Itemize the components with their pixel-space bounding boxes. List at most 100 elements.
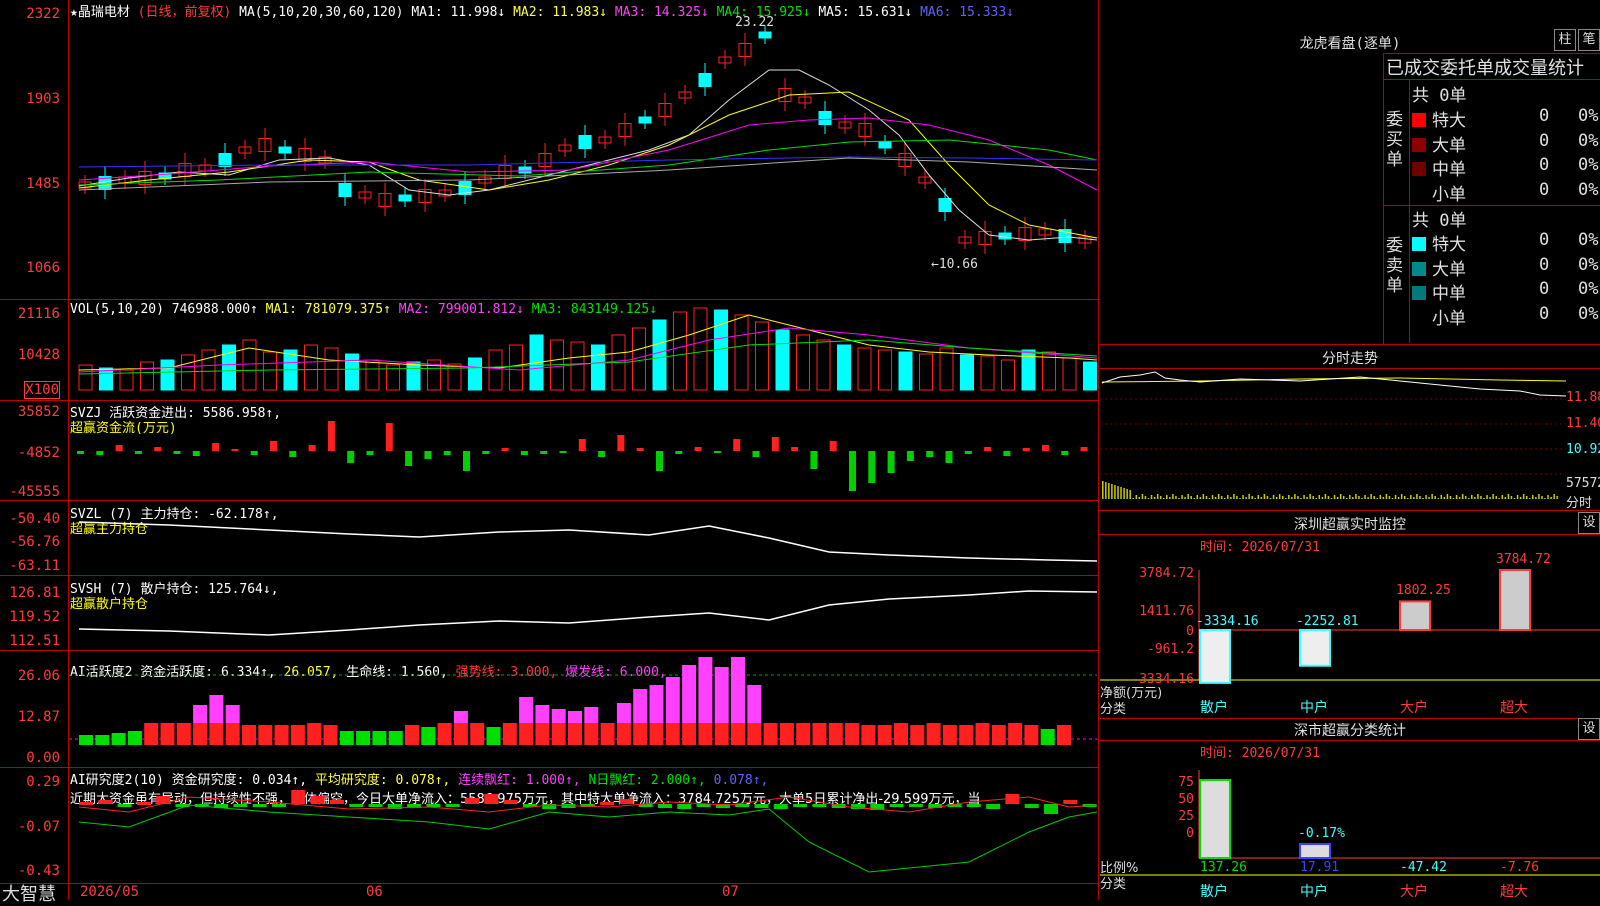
class-tick: 0 (1186, 826, 1194, 841)
research-bar (677, 804, 692, 809)
research-bar (754, 804, 769, 808)
intraday-vol-bar (1339, 494, 1342, 499)
research-bar (1024, 804, 1039, 808)
svsh-line (78, 590, 1098, 636)
intraday-tick-1: 11.40 (1566, 416, 1600, 431)
fund-flow-bar (154, 447, 162, 451)
intraday-vol-bar (1254, 498, 1256, 499)
volume-bar (263, 351, 277, 391)
sell-row: 特大 (1412, 230, 1466, 255)
intraday-vol-bar (1190, 496, 1192, 499)
research-bar (503, 800, 518, 804)
intraday-vol-bar (1364, 495, 1366, 499)
research-bar (310, 796, 325, 804)
activity-bar (568, 723, 582, 745)
intraday-vol-bar (1208, 498, 1211, 499)
intraday-volume (1102, 481, 1558, 499)
bar-mode-button[interactable]: 柱 (1554, 29, 1576, 51)
monitor-category: 大户 (1400, 700, 1428, 716)
fund-flow-bar (270, 441, 277, 451)
volume-bar (1001, 359, 1015, 391)
intraday-vol-bar (1407, 498, 1409, 499)
candle (758, 31, 772, 39)
intraday-vol-bar (1181, 495, 1183, 499)
price-tick-1: 1903 (26, 91, 60, 107)
order-stats-header[interactable]: 已成交委托单成交量统计 (1386, 54, 1584, 80)
activity-bar-top (453, 711, 468, 723)
activity-bar (209, 723, 224, 745)
intraday-vol-bar (1471, 495, 1473, 499)
intraday-vol-bar (1373, 496, 1375, 499)
volume-bar (304, 344, 318, 391)
buy-total: 共 0单 (1412, 86, 1467, 106)
ai1-tick-0: 26.06 (17, 668, 60, 684)
fund-flow-bar (501, 448, 509, 451)
intraday-vol-bar (1111, 484, 1113, 499)
intraday-vol-bar (1217, 494, 1220, 499)
intraday-vol-bar (1129, 490, 1131, 499)
fund-flow-bar (231, 449, 239, 451)
class-settings-button[interactable]: 设 (1578, 718, 1600, 740)
intraday-vol-bar (1184, 497, 1186, 499)
stroke-mode-button[interactable]: 笔 (1578, 29, 1600, 51)
price-candles (78, 25, 1092, 254)
monitor-xlabel: 分类 (1100, 702, 1127, 717)
intraday-vol-bar (1361, 498, 1363, 499)
activity-bar (959, 725, 974, 745)
fund-flow-bar (771, 437, 779, 451)
activity-bar-top (209, 695, 224, 723)
intraday-vol-label: 57572 (1566, 476, 1600, 491)
research-bar (349, 804, 364, 807)
activity-bar (926, 723, 941, 745)
fund-flow-bar (984, 447, 992, 451)
activity-bar (845, 723, 860, 745)
fund-flow-bar (1003, 451, 1011, 456)
intraday-vol-bar (1541, 496, 1543, 499)
research-bar (136, 802, 151, 805)
intraday-vol-bar (1385, 494, 1388, 499)
activity-bar (421, 727, 436, 745)
sell-row: 中单 (1412, 279, 1466, 304)
x-label-0: 2026/05 (80, 884, 140, 900)
research-bar (368, 804, 383, 807)
activity-bar (1024, 725, 1039, 745)
activity-bar-top (551, 709, 566, 723)
intraday-vol-bar (1205, 496, 1208, 499)
intraday-vol-bar (1379, 495, 1382, 499)
sell-row: 大单 (1412, 255, 1466, 280)
fund-flow-bar (482, 451, 490, 454)
intraday-vol-bar (1410, 495, 1412, 499)
fund-flow-bar (1080, 447, 1088, 451)
intraday-vol-bar (1434, 496, 1436, 499)
buy-count: 0 (1539, 179, 1550, 200)
intraday-vol-bar (1272, 495, 1275, 499)
activity-bar (665, 723, 680, 745)
fund-flow-bar (849, 451, 856, 491)
monitor-settings-button[interactable]: 设 (1578, 512, 1600, 534)
buy-name: 小单 (1432, 184, 1466, 205)
intraday-vol-bar (1105, 482, 1107, 499)
volume-bar (960, 354, 974, 391)
intraday-vol-bar (1370, 494, 1372, 499)
ai1-tick-1: 12.87 (17, 709, 60, 725)
activity-bar-top (584, 707, 599, 723)
intraday-vol-bar (1529, 498, 1531, 499)
ai2-green-line (78, 804, 1098, 873)
intraday-vol-bar (1297, 496, 1299, 499)
class-box-top (1100, 718, 1600, 719)
fund-flow-bar (134, 451, 142, 454)
intraday-price-line (1101, 371, 1567, 397)
volume-bar (837, 344, 851, 391)
activity-bar-top (714, 667, 729, 723)
activity-bar (861, 725, 876, 745)
activity-bar-top (649, 685, 664, 723)
intraday-vol-bar (1400, 494, 1403, 499)
intraday-vol-bar (1196, 495, 1199, 499)
svzj-tick-2: -45555 (9, 484, 60, 500)
intraday-vol-bar (1333, 495, 1336, 499)
intraday-chart-svg (1100, 371, 1567, 499)
buy-row: 特大 (1412, 106, 1466, 131)
intraday-vol-bar (1242, 495, 1244, 499)
monitor-bar-value: -3334.16 (1196, 614, 1259, 629)
intraday-vol-bar (1318, 495, 1321, 499)
